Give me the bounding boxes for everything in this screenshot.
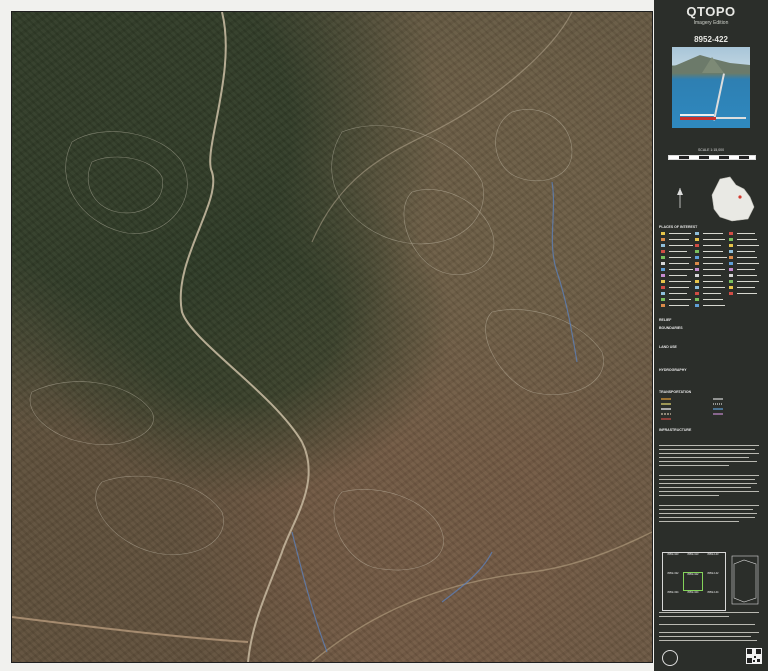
legend-panel: QTOPO Imagery Edition 8952-422 SCALE 1:1… — [654, 0, 768, 671]
index-sheet-current[interactable]: 8952-422 — [683, 572, 703, 591]
index-sheet-w[interactable]: 8952-432 — [663, 572, 683, 591]
map-subtitle: Imagery Edition — [693, 20, 729, 26]
imagery-map-frame[interactable] — [11, 11, 653, 663]
map-title: QTOPO — [686, 4, 736, 19]
index-sheet-ne[interactable]: 8952-143 — [703, 553, 723, 572]
scale-bar — [668, 155, 756, 160]
index-sheet-sw[interactable]: 8952-434 — [663, 591, 683, 610]
legend-heading-infrastructure: INFRASTRUCTURE — [659, 428, 692, 432]
queensland-government-crest-icon — [662, 650, 678, 666]
contour-lines — [29, 109, 604, 571]
track-south-east — [311, 531, 652, 662]
track-south — [247, 441, 310, 662]
legend-heading-places: PLACES OF INTEREST — [659, 225, 698, 229]
index-sheet-se[interactable]: 8952-144 — [703, 591, 723, 610]
legend-heading-hydrography: HYDROGRAPHY — [659, 368, 687, 372]
sheet-number: 8952-422 — [694, 35, 728, 44]
index-sheet-s[interactable]: 8952-424 — [683, 591, 703, 610]
footer-text-block — [659, 612, 759, 641]
index-sheet-e[interactable]: 8952-142 — [703, 572, 723, 591]
track-west — [179, 12, 303, 443]
legend-heading-land-use: LAND USE — [659, 345, 677, 349]
cover-photo-graphic — [672, 55, 750, 121]
qr-code-icon — [746, 648, 762, 664]
legend-heading-boundaries: BOUNDARIES — [659, 326, 683, 330]
index-sheet-nw[interactable]: 8952-423 — [663, 553, 683, 572]
legend-heading-relief: RELIEF — [659, 318, 672, 322]
map-coverage-diagram — [731, 555, 759, 605]
legend-symbol-grid — [661, 232, 759, 307]
north-arrow-icon — [677, 188, 683, 208]
map-sheet — [0, 0, 768, 671]
track-south-west — [12, 616, 249, 643]
adjoining-sheets-index: 8952-423 8952-413 8952-143 8952-432 8952… — [662, 552, 726, 611]
legend-heading-transportation: TRANSPORTATION — [659, 390, 692, 394]
locality-map-icon — [711, 176, 755, 222]
scale-label: SCALE 1:15,000 — [697, 148, 725, 152]
cover-photo — [672, 47, 750, 128]
map-overlay — [12, 12, 652, 662]
disclaimer-text-block — [659, 445, 759, 522]
transport-legend-lines — [661, 398, 723, 420]
track-north-east — [311, 12, 573, 243]
creeks — [291, 181, 578, 653]
index-sheet-n[interactable]: 8952-413 — [683, 553, 703, 572]
